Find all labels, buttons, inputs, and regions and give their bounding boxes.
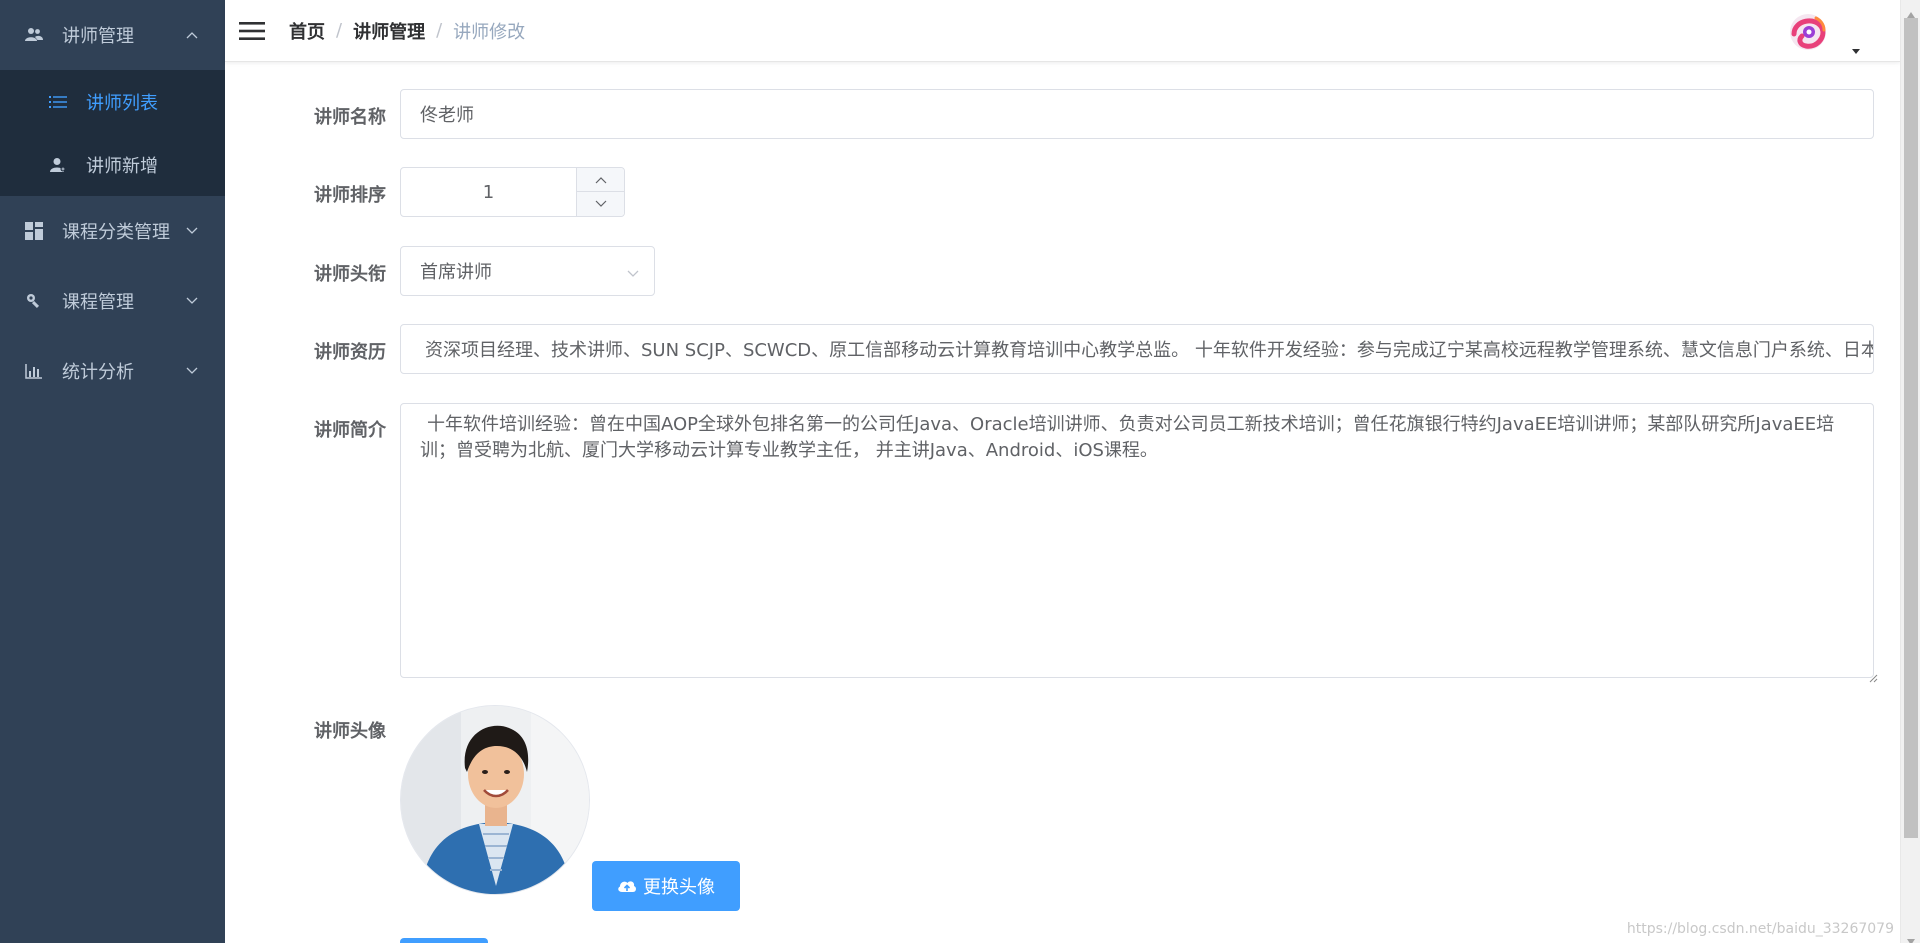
user-add-icon (48, 155, 68, 175)
chevron-down-icon (185, 224, 199, 238)
intro-text: 十年软件培训经验：曾在中国AOP全球外包排名第一的公司任Java、Oracle培… (420, 414, 1835, 461)
menu-teacher-management[interactable]: 讲师管理 (0, 0, 225, 70)
breadcrumb-teacher-management[interactable]: 讲师管理 (353, 18, 425, 44)
page-scrollbar[interactable] (1900, 0, 1920, 943)
scroll-up-arrow-icon[interactable] (1906, 4, 1916, 18)
watermark-text: https://blog.csdn.net/baidu_33267079 (1626, 921, 1894, 937)
chevron-down-icon (626, 264, 640, 278)
caret-down-icon[interactable] (1850, 40, 1862, 54)
select-value: 首席讲师 (420, 262, 492, 283)
change-avatar-button[interactable]: 更换头像 (592, 861, 740, 911)
teacher-edit-form: 讲师名称 佟老师 讲师排序 1 讲师头衔 首席讲师 讲师资历 资深项目经理、技术… (225, 62, 1900, 943)
change-avatar-label: 更换头像 (643, 877, 715, 898)
intro-label: 讲师简介 (314, 420, 386, 441)
teacher-avatar-image (400, 705, 590, 895)
menu-label: 统计分析 (62, 362, 134, 383)
stepper-decrease-button[interactable] (576, 192, 624, 216)
hamburger-menu-icon[interactable] (237, 16, 267, 46)
teacher-intro-textarea[interactable]: 十年软件培训经验：曾在中国AOP全球外包排名第一的公司任Java、Oracle培… (400, 403, 1878, 683)
sort-value[interactable]: 1 (401, 168, 576, 216)
grid-icon (24, 221, 44, 241)
breadcrumb: 首页 / 讲师管理 / 讲师修改 (289, 18, 525, 44)
chevron-up-icon (595, 176, 606, 183)
sidebar-item-label: 讲师新增 (86, 155, 158, 177)
user-avatar[interactable] (1786, 10, 1830, 54)
stepper-increase-button[interactable] (576, 168, 624, 192)
sidebar-item-label: 讲师列表 (86, 92, 158, 114)
chevron-down-icon (185, 364, 199, 378)
teacher-name-input[interactable]: 佟老师 (400, 89, 1874, 139)
teacher-level-select[interactable]: 首席讲师 (400, 246, 655, 296)
avatar-label: 讲师头像 (314, 721, 386, 742)
breadcrumb-home[interactable]: 首页 (289, 18, 325, 44)
menu-statistics[interactable]: 统计分析 (0, 336, 225, 406)
cloud-upload-icon (617, 878, 637, 894)
bar-chart-icon (24, 361, 44, 381)
sidebar-item-teacher-list[interactable]: 讲师列表 (0, 70, 225, 133)
tools-icon (24, 291, 44, 311)
breadcrumb-separator: / (336, 20, 343, 41)
breadcrumb-separator: / (436, 20, 443, 41)
career-label: 讲师资历 (314, 342, 386, 363)
scrollbar-thumb[interactable] (1904, 18, 1918, 838)
submenu-teacher: 讲师列表 讲师新增 (0, 70, 225, 196)
level-label: 讲师头衔 (314, 264, 386, 285)
sort-label: 讲师排序 (314, 185, 386, 206)
menu-label: 课程管理 (62, 292, 134, 313)
chevron-down-icon (185, 294, 199, 308)
menu-label: 课程分类管理 (62, 222, 170, 243)
sidebar: 讲师管理 讲师列表 讲师新增 课程分类管理 课程管理 统计分析 (0, 0, 225, 943)
breadcrumb-current: 讲师修改 (453, 21, 526, 43)
menu-course-category[interactable]: 课程分类管理 (0, 196, 225, 266)
users-icon (24, 25, 44, 45)
list-icon (48, 92, 68, 112)
teacher-career-input[interactable]: 资深项目经理、技术讲师、SUN SCJP、SCWCD、原工信部移动云计算教育培训… (400, 324, 1874, 374)
save-button[interactable] (400, 938, 488, 943)
app-root: 讲师管理 讲师列表 讲师新增 课程分类管理 课程管理 统计分析 首页 / 讲师管… (0, 0, 1920, 943)
sidebar-item-teacher-add[interactable]: 讲师新增 (0, 133, 225, 196)
chevron-down-icon (595, 200, 606, 207)
sort-stepper[interactable]: 1 (400, 167, 625, 217)
name-label: 讲师名称 (314, 107, 386, 128)
chevron-up-icon (185, 28, 199, 42)
resize-handle-icon[interactable] (1861, 665, 1878, 683)
scroll-down-arrow-icon[interactable] (1906, 931, 1916, 943)
menu-label: 讲师管理 (62, 26, 134, 47)
menu-course-management[interactable]: 课程管理 (0, 266, 225, 336)
navbar: 首页 / 讲师管理 / 讲师修改 (225, 0, 1900, 62)
